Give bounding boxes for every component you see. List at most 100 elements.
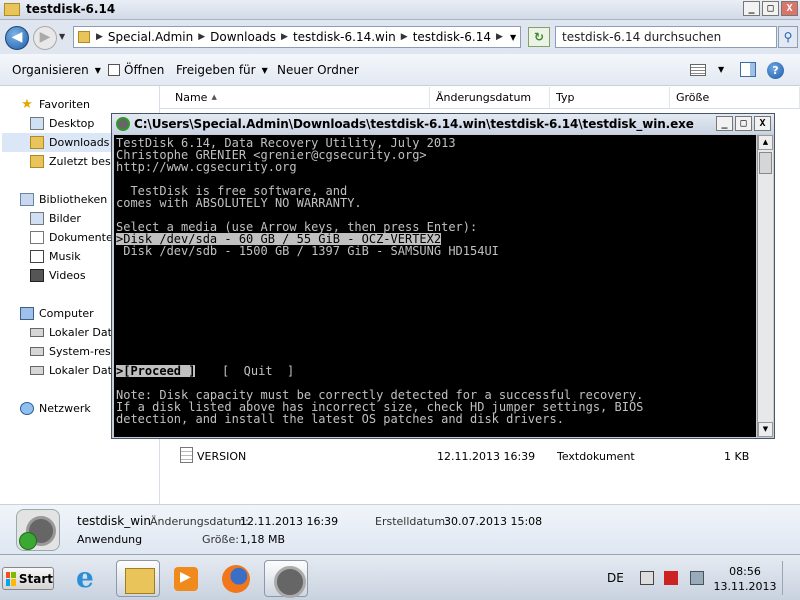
breadcrumb-downloads[interactable]: Downloads — [210, 30, 276, 44]
scroll-up-icon[interactable]: ▲ — [758, 135, 773, 150]
console-minimize-button[interactable]: _ — [716, 116, 733, 131]
recent-places-icon — [30, 155, 44, 168]
windows-explorer-icon[interactable] — [116, 560, 160, 597]
share-label: Freigeben für — [176, 63, 256, 77]
file-type: Textdokument — [557, 450, 635, 463]
clock-time: 08:56 — [729, 565, 761, 578]
network-error-icon[interactable] — [664, 571, 678, 585]
chevron-right-icon[interactable]: ▶ — [401, 32, 408, 42]
chevron-down-icon[interactable]: ▼ — [718, 65, 724, 74]
chevron-right-icon[interactable]: ▶ — [198, 32, 205, 42]
proceed-button[interactable]: >[Proceed ] — [116, 365, 196, 377]
minimize-button[interactable]: _ — [743, 1, 760, 16]
search-icon[interactable]: ⚲ — [778, 26, 798, 48]
close-button[interactable]: X — [781, 1, 798, 16]
column-type[interactable]: Typ — [550, 87, 670, 109]
explorer-title-bar: testdisk-6.14 _ □ X — [0, 0, 800, 20]
console-title-bar[interactable]: C:\Users\Special.Admin\Downloads\testdis… — [112, 114, 774, 134]
details-file-name: testdisk_win — [77, 514, 151, 528]
firefox-icon[interactable] — [214, 560, 258, 597]
back-button[interactable]: ◀ — [5, 26, 29, 50]
clock[interactable]: 08:56 13.11.2013 — [712, 564, 778, 594]
testdisk-app-icon — [16, 509, 60, 551]
chevron-down-icon: ▼ — [261, 66, 268, 75]
testdisk-console-window[interactable]: C:\Users\Special.Admin\Downloads\testdis… — [111, 113, 775, 439]
testdisk-task-icon[interactable] — [264, 560, 308, 598]
column-label: Name — [175, 91, 208, 104]
sort-up-icon: ▲ — [211, 93, 217, 101]
chevron-right-icon[interactable]: ▶ — [496, 32, 503, 42]
details-size-label: Größe: — [202, 533, 239, 546]
media-player-icon[interactable] — [164, 560, 208, 597]
chevron-down-icon: ▼ — [94, 66, 101, 75]
nav-label: Videos — [49, 269, 86, 282]
nav-label: Computer — [39, 307, 94, 320]
search-input[interactable]: testdisk-6.14 durchsuchen — [555, 26, 777, 48]
disk-option-sdb[interactable]: Disk /dev/sdb - 1500 GB / 1397 GiB - SAM… — [116, 245, 499, 257]
volume-icon[interactable] — [690, 571, 704, 585]
taskbar: Start DE 08:56 13.11.2013 — [0, 554, 800, 600]
details-pane: testdisk_win Änderungsdatum: 12.11.2013 … — [0, 504, 800, 554]
share-button[interactable]: Freigeben für ▼ — [176, 63, 268, 77]
console-line: comes with ABSOLUTELY NO WARRANTY. — [116, 196, 362, 210]
console-close-button[interactable]: X — [754, 116, 771, 131]
nav-network[interactable]: Netzwerk — [20, 399, 91, 418]
column-name[interactable]: Name ▲ — [160, 87, 430, 109]
action-center-icon[interactable] — [640, 571, 654, 585]
maximize-button[interactable]: □ — [762, 1, 779, 16]
console-maximize-button[interactable]: □ — [735, 116, 752, 131]
column-date[interactable]: Änderungsdatum — [430, 87, 550, 109]
folder-icon — [4, 3, 20, 16]
open-button[interactable]: Öffnen — [108, 63, 164, 77]
quit-button[interactable]: [ Quit ] — [222, 365, 294, 377]
nav-computer[interactable]: Computer — [20, 304, 94, 323]
file-name: VERSION — [197, 450, 247, 463]
chevron-right-icon[interactable]: ▶ — [96, 32, 103, 42]
console-title: C:\Users\Special.Admin\Downloads\testdis… — [134, 117, 694, 131]
file-size: 1 KB — [724, 450, 750, 463]
help-icon[interactable]: ? — [767, 62, 784, 79]
computer-icon — [20, 307, 34, 320]
network-icon — [20, 402, 34, 415]
drive-icon — [30, 366, 44, 375]
details-created-value: 30.07.2013 15:08 — [444, 515, 543, 528]
column-size[interactable]: Größe — [670, 87, 800, 109]
nav-label: Musik — [49, 250, 81, 263]
pictures-icon — [30, 212, 44, 225]
column-headers: Name ▲ Änderungsdatum Typ Größe — [160, 87, 800, 109]
refresh-button[interactable]: ↻ — [528, 27, 550, 47]
chevron-right-icon[interactable]: ▶ — [281, 32, 288, 42]
recent-pages-dropdown[interactable]: ▼ — [59, 32, 65, 41]
language-indicator[interactable]: DE — [607, 571, 624, 585]
preview-pane-icon[interactable] — [740, 62, 756, 77]
details-created-label: Erstelldatum: — [375, 515, 449, 528]
details-size-value: 1,18 MB — [240, 533, 286, 546]
view-options-icon[interactable] — [690, 64, 706, 76]
internet-explorer-icon[interactable] — [66, 560, 110, 597]
scroll-down-icon[interactable]: ▼ — [758, 422, 773, 437]
breadcrumb-special-admin[interactable]: Special.Admin — [108, 30, 193, 44]
nav-label: Bibliotheken — [39, 193, 108, 206]
command-bar: Organisieren ▼ Öffnen Freigeben für ▼ Neue… — [0, 54, 800, 86]
start-button[interactable]: Start — [2, 567, 54, 590]
show-desktop-button[interactable] — [782, 561, 798, 595]
file-date: 12.11.2013 16:39 — [437, 450, 536, 463]
nav-favorites[interactable]: ★ Favoriten — [20, 95, 90, 114]
breadcrumb-testdisk-win[interactable]: testdisk-6.14.win — [293, 30, 396, 44]
breadcrumb[interactable]: ▶ Special.Admin ▶ Downloads ▶ testdisk-6… — [73, 26, 521, 48]
library-icon — [20, 193, 34, 206]
console-scrollbar[interactable]: ▲ ▼ — [757, 135, 773, 437]
organize-button[interactable]: Organisieren ▼ — [12, 63, 101, 77]
forward-button[interactable]: ▶ — [33, 26, 57, 50]
address-dropdown[interactable]: ▼ — [510, 33, 516, 42]
scroll-thumb[interactable] — [759, 152, 772, 174]
open-icon — [108, 64, 120, 76]
console-window-controls: _ □ X — [716, 116, 771, 131]
table-row[interactable]: VERSION 12.11.2013 16:39 Textdokument 1 … — [160, 446, 800, 466]
desktop-icon — [30, 117, 44, 130]
breadcrumb-testdisk[interactable]: testdisk-6.14 — [413, 30, 491, 44]
drive-icon — [30, 328, 44, 337]
console-screen[interactable]: TestDisk 6.14, Data Recovery Utility, Ju… — [114, 135, 756, 437]
nav-libraries[interactable]: Bibliotheken — [20, 190, 107, 209]
new-folder-button[interactable]: Neuer Ordner — [277, 63, 359, 77]
